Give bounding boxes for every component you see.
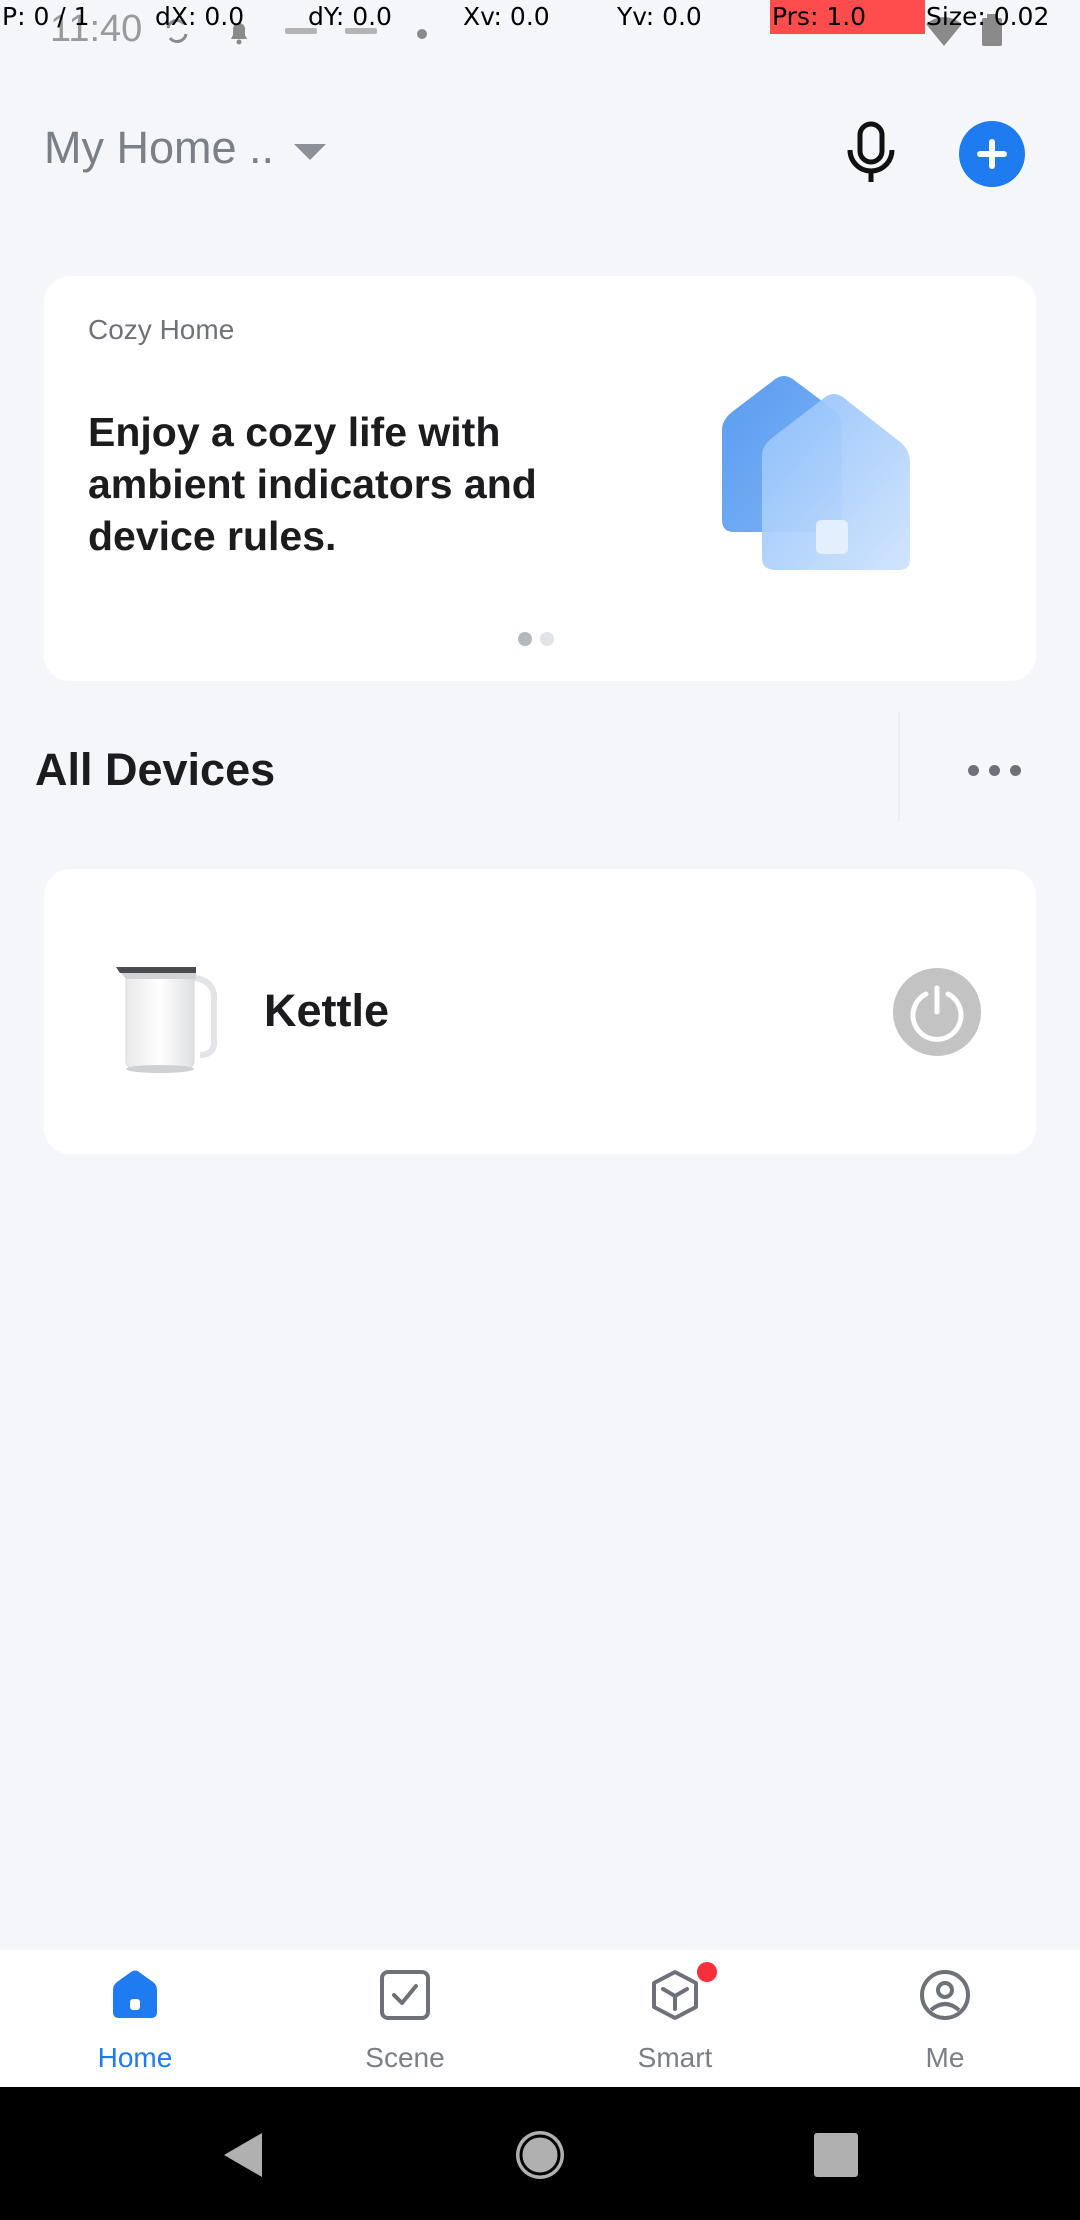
home-name[interactable]: My Home .. xyxy=(44,122,274,174)
bottom-tab-bar: Home Scene Smart Me xyxy=(0,1950,1080,2087)
cozy-home-illustration xyxy=(722,376,910,570)
banner-headline: Enjoy a cozy life with ambient indicator… xyxy=(88,409,537,559)
tab-label: Scene xyxy=(365,2042,445,2073)
promo-banner[interactable]: Cozy Home Enjoy a cozy life with ambient… xyxy=(44,276,1036,681)
debug-xv: Xv: 0.0 xyxy=(463,2,550,31)
debug-prs: Prs: 1.0 xyxy=(772,2,867,31)
tab-smart[interactable]: Smart xyxy=(575,1950,775,2087)
device-card-kettle[interactable]: Kettle xyxy=(44,869,1036,1154)
tab-me[interactable]: Me xyxy=(845,1950,1045,2087)
power-icon xyxy=(910,985,964,1042)
debug-size: Size: 0.02 xyxy=(926,2,1050,31)
section-title: All Devices xyxy=(35,744,276,795)
smart-cube-icon xyxy=(652,1970,698,2020)
pointer-debug-overlay: P: 0 / 1 dX: 0.0 dY: 0.0 Xv: 0.0 Yv: 0.0… xyxy=(0,0,1080,34)
divider xyxy=(898,712,900,822)
notification-badge xyxy=(697,1962,717,1982)
chevron-down-icon[interactable] xyxy=(294,144,326,160)
more-options-button[interactable] xyxy=(950,752,1030,788)
home-circle-icon[interactable] xyxy=(512,2127,568,2183)
debug-dx: dX: 0.0 xyxy=(155,2,245,31)
recents-square-icon[interactable] xyxy=(808,2127,864,2183)
home-icon xyxy=(113,1970,157,2018)
page-dot-active xyxy=(518,632,532,646)
back-triangle-icon[interactable] xyxy=(216,2127,272,2183)
page-dot xyxy=(540,632,554,646)
profile-icon xyxy=(920,1970,970,2020)
tab-label: Me xyxy=(925,2042,965,2073)
scene-check-icon xyxy=(380,1970,430,2020)
tab-label: Home xyxy=(97,2042,173,2073)
power-toggle-button[interactable] xyxy=(893,968,981,1056)
tab-scene[interactable]: Scene xyxy=(305,1950,505,2087)
tab-home[interactable]: Home xyxy=(35,1950,235,2087)
device-name: Kettle xyxy=(264,985,390,1036)
kettle-image xyxy=(116,967,217,1073)
tab-label: Smart xyxy=(637,2042,713,2073)
debug-dy: dY: 0.0 xyxy=(308,2,392,31)
system-navigation-bar xyxy=(0,2087,1080,2220)
add-device-button[interactable] xyxy=(959,121,1025,187)
debug-yv: Yv: 0.0 xyxy=(617,2,702,31)
banner-kicker: Cozy Home xyxy=(88,314,235,345)
microphone-icon[interactable] xyxy=(838,118,904,186)
debug-pointer: P: 0 / 1 xyxy=(2,2,90,31)
